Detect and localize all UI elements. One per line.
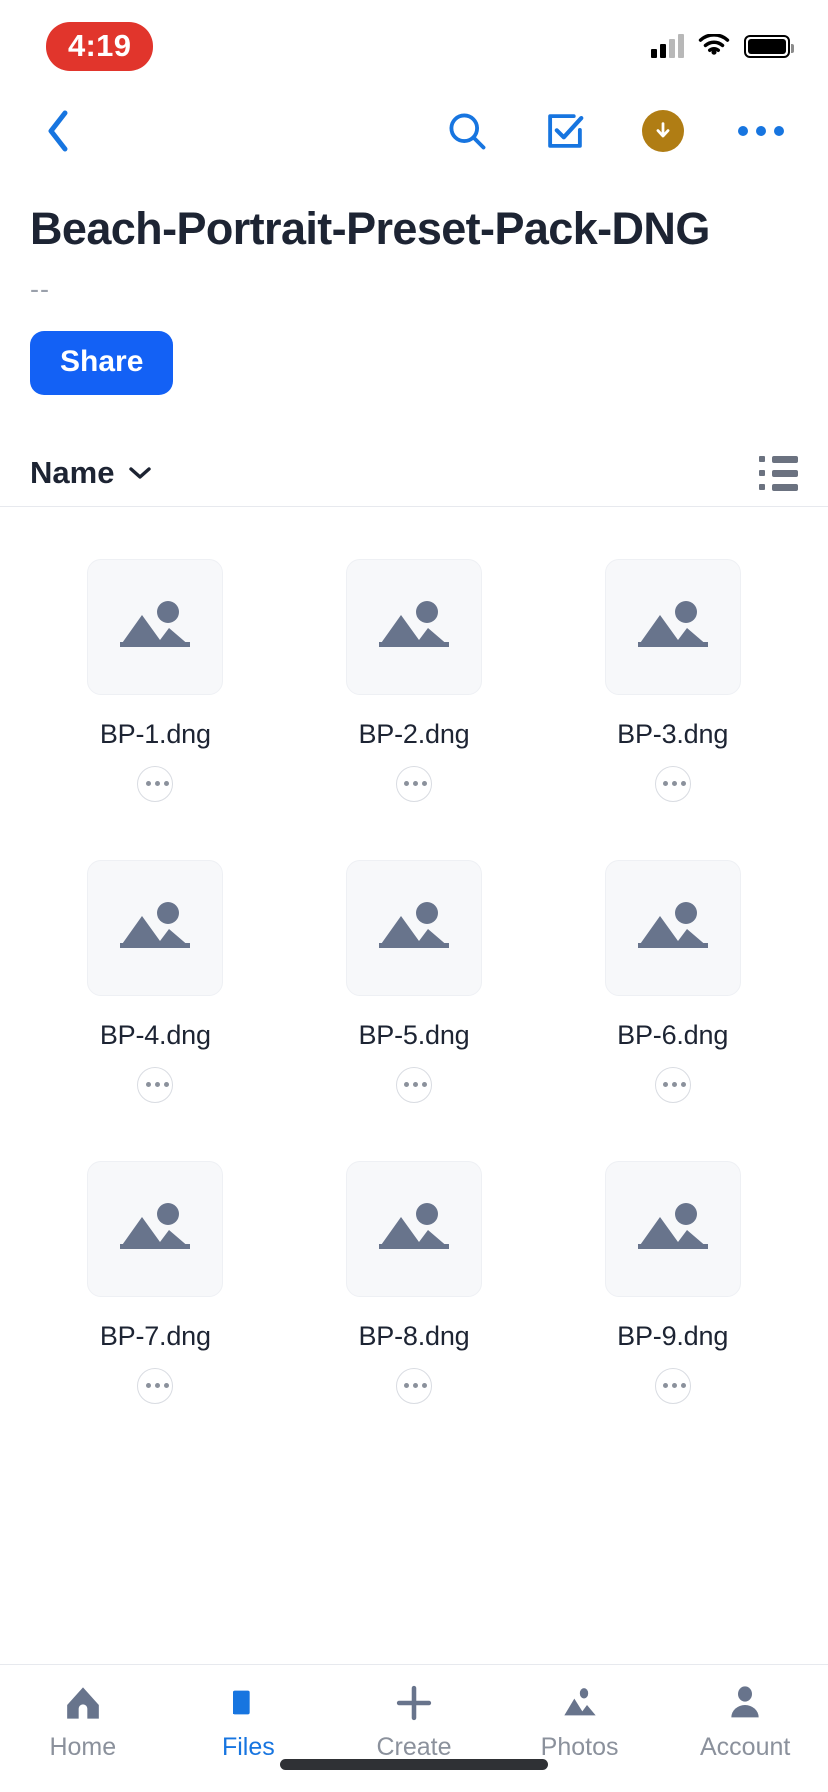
file-thumbnail[interactable] (345, 558, 482, 695)
file-more-button[interactable] (395, 1066, 432, 1103)
file-name: BP-3.dng (617, 718, 729, 749)
file-name: BP-9.dng (617, 1320, 729, 1351)
status-indicators (651, 34, 794, 58)
file-name: BP-5.dng (358, 1019, 470, 1050)
back-button[interactable] (28, 101, 88, 161)
tab-files[interactable]: Files (166, 1681, 332, 1760)
file-name: BP-8.dng (358, 1320, 470, 1351)
folder-icon (233, 1690, 251, 1715)
image-placeholder-icon (637, 600, 708, 647)
file-more-button[interactable] (654, 1367, 691, 1404)
file-tile[interactable]: BP-4.dng (26, 859, 285, 1103)
file-thumbnail[interactable] (604, 558, 741, 695)
battery-icon (744, 34, 794, 58)
file-thumbnail[interactable] (87, 1160, 224, 1297)
file-name: BP-1.dng (99, 718, 211, 749)
tab-photos[interactable]: Photos (497, 1681, 663, 1760)
share-button[interactable]: Share (30, 330, 174, 395)
folder-meta: -- (30, 273, 50, 304)
file-name: BP-6.dng (617, 1019, 729, 1050)
file-tile[interactable]: BP-2.dng (285, 558, 544, 802)
file-more-button[interactable] (654, 1066, 691, 1103)
tab-label: Photos (540, 1733, 619, 1761)
image-placeholder-icon (378, 1202, 449, 1249)
file-more-button[interactable] (137, 765, 174, 802)
image-placeholder-icon (378, 901, 449, 948)
home-icon (66, 1687, 99, 1719)
status-time-pill: 4:19 (46, 21, 154, 71)
wifi-icon (698, 34, 730, 55)
chevron-down-icon (129, 467, 152, 479)
folder-icon-wrap (228, 1681, 268, 1725)
file-tile[interactable]: BP-7.dng (26, 1160, 285, 1404)
search-icon (449, 113, 486, 150)
download-icon (642, 110, 684, 152)
file-tile[interactable]: BP-3.dng (543, 558, 802, 802)
file-tile[interactable]: BP-1.dng (26, 558, 285, 802)
photos-icon (563, 1688, 596, 1716)
bottom-tab-bar: Home Files Create Photos Account (0, 1664, 828, 1792)
file-tile[interactable]: BP-8.dng (285, 1160, 544, 1404)
person-icon (731, 1686, 759, 1718)
file-tile[interactable]: BP-5.dng (285, 859, 544, 1103)
checkbox-select-icon (548, 114, 584, 148)
file-thumbnail[interactable] (345, 859, 482, 996)
file-more-button[interactable] (395, 765, 432, 802)
file-more-button[interactable] (137, 1367, 174, 1404)
file-more-button[interactable] (137, 1066, 174, 1103)
tab-create[interactable]: Create (331, 1681, 497, 1760)
sort-label: Name (30, 455, 115, 490)
list-view-icon (759, 455, 798, 463)
file-name: BP-4.dng (99, 1019, 211, 1050)
top-toolbar (0, 92, 828, 170)
home-indicator (280, 1759, 548, 1770)
folder-header: Beach-Portrait-Preset-Pack-DNG -- Share (0, 170, 828, 395)
image-placeholder-icon (637, 901, 708, 948)
file-tile[interactable]: BP-9.dng (543, 1160, 802, 1404)
sort-bar: Name (0, 441, 828, 507)
file-name: BP-7.dng (99, 1320, 211, 1351)
view-toggle-button[interactable] (759, 455, 798, 491)
image-placeholder-icon (120, 600, 191, 647)
tab-label: Home (49, 1733, 117, 1761)
download-button[interactable] (636, 104, 690, 158)
image-placeholder-icon (120, 1202, 191, 1249)
file-tile[interactable]: BP-6.dng (543, 859, 802, 1103)
file-thumbnail[interactable] (87, 558, 224, 695)
file-thumbnail[interactable] (604, 1160, 741, 1297)
search-button[interactable] (440, 104, 494, 158)
file-name: BP-2.dng (358, 718, 470, 749)
plus-icon-wrap (393, 1681, 435, 1725)
overflow-menu-button[interactable] (734, 104, 788, 158)
tab-label: Files (221, 1733, 275, 1761)
file-more-button[interactable] (654, 765, 691, 802)
image-placeholder-icon (378, 600, 449, 647)
image-placeholder-icon (637, 1202, 708, 1249)
plus-icon (396, 1685, 432, 1721)
tab-label: Create (376, 1733, 452, 1761)
file-thumbnail[interactable] (345, 1160, 482, 1297)
file-thumbnail[interactable] (604, 859, 741, 996)
select-button[interactable] (538, 104, 592, 158)
file-grid: BP-1.dng BP-2.dng BP-3.dng BP-4.dng BP-5.dng… (0, 558, 828, 1404)
status-bar: 4:19 (0, 0, 828, 92)
page-title: Beach-Portrait-Preset-Pack-DNG (30, 203, 710, 254)
person-icon-wrap (725, 1681, 765, 1725)
cellular-signal-icon (651, 34, 684, 58)
app-screen: 4:19 Beach-Portrait-Preset-Pack-DNG -- S… (0, 0, 828, 1792)
image-placeholder-icon (120, 901, 191, 948)
file-grid-container: BP-1.dng BP-2.dng BP-3.dng BP-4.dng BP-5.dng… (0, 507, 828, 1665)
toolbar-actions (440, 104, 794, 158)
file-more-button[interactable] (395, 1367, 432, 1404)
tab-label: Account (700, 1733, 791, 1761)
tab-home[interactable]: Home (0, 1681, 166, 1760)
file-thumbnail[interactable] (87, 859, 224, 996)
tab-account[interactable]: Account (662, 1681, 828, 1760)
more-horizontal-icon (738, 126, 784, 136)
photos-icon-wrap (560, 1681, 600, 1725)
chevron-left-icon (48, 110, 68, 152)
sort-control[interactable]: Name (30, 455, 152, 491)
home-icon-wrap (63, 1681, 103, 1725)
